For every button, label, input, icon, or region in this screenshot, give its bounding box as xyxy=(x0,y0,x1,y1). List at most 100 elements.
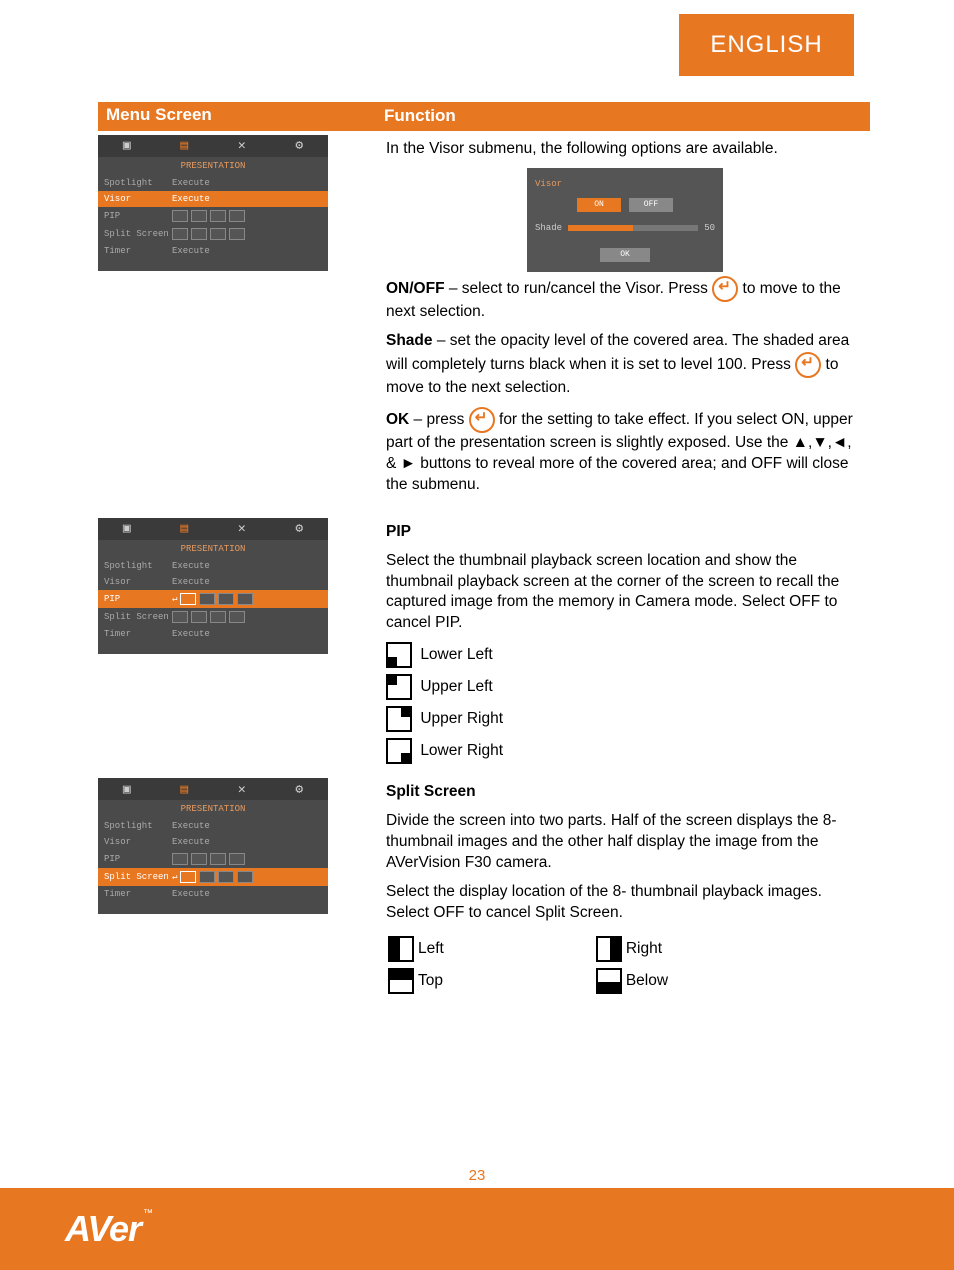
osd-pip-opts xyxy=(172,210,322,222)
osd-spotlight-label: Spotlight xyxy=(104,821,172,831)
osd-tab-presentation-icon: ▤ xyxy=(156,521,214,536)
pip-ll-label: Lower Left xyxy=(420,646,492,663)
visor-onoff-bold: ON/OFF xyxy=(386,280,445,297)
split-row: ▣ ▤ ✕ ⚙ PRESENTATION SpotlightExecute Vi… xyxy=(98,774,870,1008)
brand-text: AVer xyxy=(65,1208,141,1249)
osd-split-opts: ↵ xyxy=(172,871,322,883)
osd-spotlight-val: Execute xyxy=(172,178,322,188)
osd-visor-label: Visor xyxy=(104,837,172,847)
page-number: 23 xyxy=(0,1167,954,1184)
osd-spotlight-label: Spotlight xyxy=(104,178,172,188)
visor-off-button: OFF xyxy=(629,198,673,212)
osd-pip-label: PIP xyxy=(104,594,172,604)
osd-title: PRESENTATION xyxy=(98,540,328,558)
below-icon xyxy=(596,968,622,994)
osd-title: PRESENTATION xyxy=(98,157,328,175)
osd-tab-tools-icon: ✕ xyxy=(213,521,271,536)
lower-left-icon xyxy=(386,642,412,668)
osd-pip-opts xyxy=(172,853,322,865)
visor-onoff-t1: – select to run/cancel the Visor. Press xyxy=(445,280,713,297)
upper-left-icon xyxy=(386,674,412,700)
osd-visor-val: Execute xyxy=(172,194,322,204)
lower-right-icon xyxy=(386,738,412,764)
pip-row: ▣ ▤ ✕ ⚙ PRESENTATION SpotlightExecute Vi… xyxy=(98,514,870,775)
osd-pip-label: PIP xyxy=(104,211,172,221)
osd-split-label: Split Screen xyxy=(104,612,172,622)
enter-icon xyxy=(795,352,821,378)
osd-timer-val: Execute xyxy=(172,889,322,899)
visor-row: ▣ ▤ ✕ ⚙ PRESENTATION SpotlightExecute Vi… xyxy=(98,131,870,514)
header-function: Function xyxy=(376,102,870,131)
osd-visor-label: Visor xyxy=(104,194,172,204)
osd-timer-label: Timer xyxy=(104,629,172,639)
split-body2: Select the display location of the 8- th… xyxy=(386,882,864,924)
osd-tab-presentation-icon: ▤ xyxy=(156,782,214,797)
osd-split-opts xyxy=(172,228,322,240)
pip-title: PIP xyxy=(386,523,411,540)
right-icon xyxy=(596,936,622,962)
osd-timer-val: Execute xyxy=(172,629,322,639)
visor-shade-label: Shade xyxy=(535,222,562,234)
osd-timer-label: Timer xyxy=(104,246,172,256)
osd-split-opts xyxy=(172,611,322,623)
split-options-grid: Left Right Top Below xyxy=(386,932,864,998)
osd-tab-tools-icon: ✕ xyxy=(213,138,271,153)
visor-ok-text: OK – press for the setting to take effec… xyxy=(386,407,864,496)
split-below-label: Below xyxy=(626,972,668,989)
pip-option-ll: Lower Left xyxy=(386,642,864,668)
split-option-below: Below xyxy=(596,966,862,996)
osd-split-label: Split Screen xyxy=(104,229,172,239)
pip-option-ul: Upper Left xyxy=(386,674,864,700)
osd-spotlight-val: Execute xyxy=(172,561,322,571)
split-right-label: Right xyxy=(626,940,662,957)
split-top-label: Top xyxy=(418,972,443,989)
visor-ok-bold: OK xyxy=(386,411,409,428)
visor-shade-text: Shade – set the opacity level of the cov… xyxy=(386,331,864,399)
upper-right-icon xyxy=(386,706,412,732)
osd-split-label: Split Screen xyxy=(104,872,172,882)
osd-visor-val: Execute xyxy=(172,837,322,847)
split-option-left: Left xyxy=(388,934,594,964)
split-option-right: Right xyxy=(596,934,862,964)
language-tab: ENGLISH xyxy=(679,14,854,76)
osd-tab-settings-icon: ⚙ xyxy=(271,138,329,153)
menu-function-table: Menu Screen Function ▣ ▤ ✕ ⚙ PRESENTATIO… xyxy=(98,102,870,1008)
osd-tab-image-icon: ▣ xyxy=(98,521,156,536)
split-body1: Divide the screen into two parts. Half o… xyxy=(386,811,864,874)
osd-visor-val: Execute xyxy=(172,577,322,587)
top-icon xyxy=(388,968,414,994)
header-menu-screen: Menu Screen xyxy=(98,102,376,131)
enter-icon xyxy=(469,407,495,433)
osd-spotlight-label: Spotlight xyxy=(104,561,172,571)
osd-tab-presentation-icon: ▤ xyxy=(156,138,214,153)
brand-logo: AVer™ xyxy=(65,1208,152,1250)
visor-popup-title: Visor xyxy=(535,178,715,190)
osd-tab-image-icon: ▣ xyxy=(98,782,156,797)
document-page: ENGLISH Menu Screen Function ▣ ▤ ✕ ⚙ xyxy=(0,0,954,1270)
pip-ur-label: Upper Right xyxy=(420,710,503,727)
visor-shade-value: 50 xyxy=(704,222,715,234)
visor-on-button: ON xyxy=(577,198,621,212)
visor-shade-t1: – set the opacity level of the covered a… xyxy=(386,332,849,373)
osd-tab-settings-icon: ⚙ xyxy=(271,521,329,536)
osd-timer-label: Timer xyxy=(104,889,172,899)
split-title: Split Screen xyxy=(386,783,476,800)
pip-option-ur: Upper Right xyxy=(386,706,864,732)
trademark-icon: ™ xyxy=(143,1208,152,1219)
osd-tab-settings-icon: ⚙ xyxy=(271,782,329,797)
pip-ul-label: Upper Left xyxy=(420,678,492,695)
osd-screenshot-visor: ▣ ▤ ✕ ⚙ PRESENTATION SpotlightExecute Vi… xyxy=(98,135,328,271)
visor-ok-t1: – press xyxy=(409,411,468,428)
visor-popup-screenshot: Visor ON OFF Shade 50 OK xyxy=(527,168,723,272)
osd-visor-label: Visor xyxy=(104,577,172,587)
osd-pip-opts: ↵ xyxy=(172,593,322,605)
visor-shade-bar xyxy=(568,225,698,231)
osd-spotlight-val: Execute xyxy=(172,821,322,831)
split-left-label: Left xyxy=(418,940,444,957)
osd-tab-tools-icon: ✕ xyxy=(213,782,271,797)
visor-onoff-text: ON/OFF – select to run/cancel the Visor.… xyxy=(386,276,864,323)
osd-pip-label: PIP xyxy=(104,854,172,864)
split-option-top: Top xyxy=(388,966,594,996)
visor-ok-button: OK xyxy=(600,248,650,262)
osd-screenshot-split: ▣ ▤ ✕ ⚙ PRESENTATION SpotlightExecute Vi… xyxy=(98,778,328,914)
